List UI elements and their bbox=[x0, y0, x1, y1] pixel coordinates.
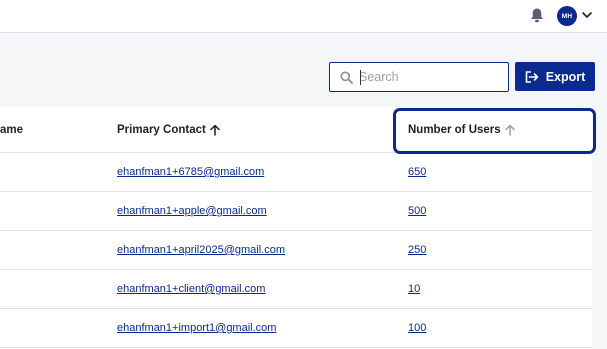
table-row: ehanfman1+6785@gmail.com 650 bbox=[0, 153, 592, 192]
export-icon bbox=[525, 70, 539, 83]
primary-contact-link[interactable]: ehanfman1+april2025@gmail.com bbox=[117, 244, 285, 256]
avatar[interactable]: MH bbox=[557, 6, 577, 26]
column-header-label: Primary Contact bbox=[117, 124, 206, 136]
table-row: ehanfman1+april2025@gmail.com 250 bbox=[0, 231, 592, 270]
table-row: ehanfman1+apple@gmail.com 500 bbox=[0, 192, 592, 231]
column-header-primary-contact[interactable]: Primary Contact bbox=[117, 124, 220, 136]
primary-contact-link[interactable]: ehanfman1+apple@gmail.com bbox=[117, 205, 267, 217]
search-input[interactable] bbox=[359, 70, 499, 84]
bell-icon[interactable] bbox=[529, 7, 545, 24]
top-navigation-bar: MH bbox=[0, 0, 607, 33]
export-label: Export bbox=[545, 69, 586, 84]
avatar-initials: MH bbox=[561, 12, 573, 20]
column-header-name[interactable]: ame bbox=[0, 124, 23, 136]
column-highlight-box bbox=[393, 108, 596, 154]
number-of-users-link[interactable]: 500 bbox=[408, 205, 426, 217]
number-of-users-link[interactable]: 250 bbox=[408, 244, 426, 256]
number-of-users-link[interactable]: 10 bbox=[408, 283, 420, 295]
sort-ascending-icon[interactable] bbox=[210, 124, 220, 136]
clients-table: ame Primary Contact Number of Users ehan… bbox=[0, 107, 596, 349]
table-row: ehanfman1+client@gmail.com 10 bbox=[0, 270, 592, 309]
table-row: ehanfman1+import1@gmail.com 100 bbox=[0, 309, 592, 348]
column-header-label: ame bbox=[0, 124, 24, 136]
export-button[interactable]: Export bbox=[515, 62, 595, 91]
table-toolbar: Export bbox=[0, 34, 607, 107]
number-of-users-link[interactable]: 100 bbox=[408, 322, 426, 334]
text-cursor bbox=[360, 70, 361, 85]
primary-contact-link[interactable]: ehanfman1+client@gmail.com bbox=[117, 283, 265, 295]
chevron-down-icon[interactable] bbox=[581, 10, 593, 20]
search-icon bbox=[340, 71, 353, 84]
number-of-users-link[interactable]: 650 bbox=[408, 166, 426, 178]
primary-contact-link[interactable]: ehanfman1+import1@gmail.com bbox=[117, 322, 276, 334]
primary-contact-link[interactable]: ehanfman1+6785@gmail.com bbox=[117, 166, 264, 178]
search-box[interactable] bbox=[329, 62, 509, 92]
